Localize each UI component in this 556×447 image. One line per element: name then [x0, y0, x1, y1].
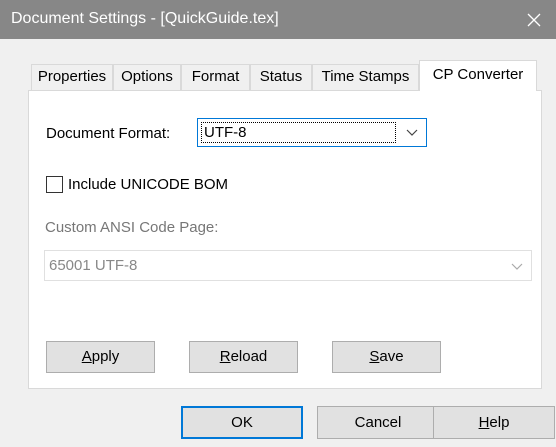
window-title: Document Settings - [QuickGuide.tex] — [11, 10, 279, 27]
tab-properties[interactable]: Properties — [31, 64, 113, 90]
document-format-label: Document Format: — [46, 125, 171, 142]
title-bar: Document Settings - [QuickGuide.tex] — [0, 0, 556, 39]
tab-label: CP Converter — [432, 66, 524, 83]
close-icon — [527, 13, 541, 27]
cancel-button[interactable]: Cancel — [317, 406, 439, 439]
ok-button[interactable]: OK — [181, 406, 303, 439]
apply-mnemonic: A — [81, 348, 92, 365]
ansi-code-page-label: Custom ANSI Code Page: — [45, 219, 219, 236]
help-mnemonic: H — [478, 414, 490, 431]
save-label: ave — [379, 348, 404, 365]
tab-label: Status — [259, 68, 303, 85]
tab-format[interactable]: Format — [181, 64, 250, 90]
chevron-down-icon — [406, 129, 418, 136]
reload-mnemonic: R — [219, 348, 231, 365]
document-format-value: UTF-8 — [201, 122, 396, 143]
ansi-code-page-select[interactable]: 65001 UTF-8 — [44, 250, 532, 281]
help-label: elp — [489, 414, 510, 431]
ok-label: OK — [231, 414, 253, 431]
help-button[interactable]: Help — [433, 406, 555, 439]
tab-label: Time Stamps — [321, 68, 410, 85]
tab-options[interactable]: Options — [113, 64, 181, 90]
close-button[interactable] — [512, 0, 556, 39]
tab-cp-converter[interactable]: CP Converter — [419, 60, 537, 91]
tab-status[interactable]: Status — [250, 64, 312, 90]
chevron-down-icon — [511, 263, 523, 270]
save-mnemonic: S — [369, 348, 380, 365]
tab-label: Format — [191, 68, 240, 85]
cancel-label: Cancel — [354, 414, 402, 431]
save-button[interactable]: Save — [332, 341, 441, 373]
ansi-code-page-value: 65001 UTF-8 — [49, 257, 138, 274]
tab-time-stamps[interactable]: Time Stamps — [312, 64, 419, 90]
apply-label: pply — [91, 348, 120, 365]
tab-label: Properties — [37, 68, 107, 85]
reload-label: eload — [230, 348, 268, 365]
apply-button[interactable]: Apply — [46, 341, 155, 373]
include-bom-label: Include UNICODE BOM — [68, 176, 229, 193]
tab-label: Options — [121, 68, 173, 85]
include-bom-checkbox[interactable] — [46, 176, 63, 193]
document-format-select[interactable]: UTF-8 — [197, 118, 427, 147]
reload-button[interactable]: Reload — [189, 341, 298, 373]
